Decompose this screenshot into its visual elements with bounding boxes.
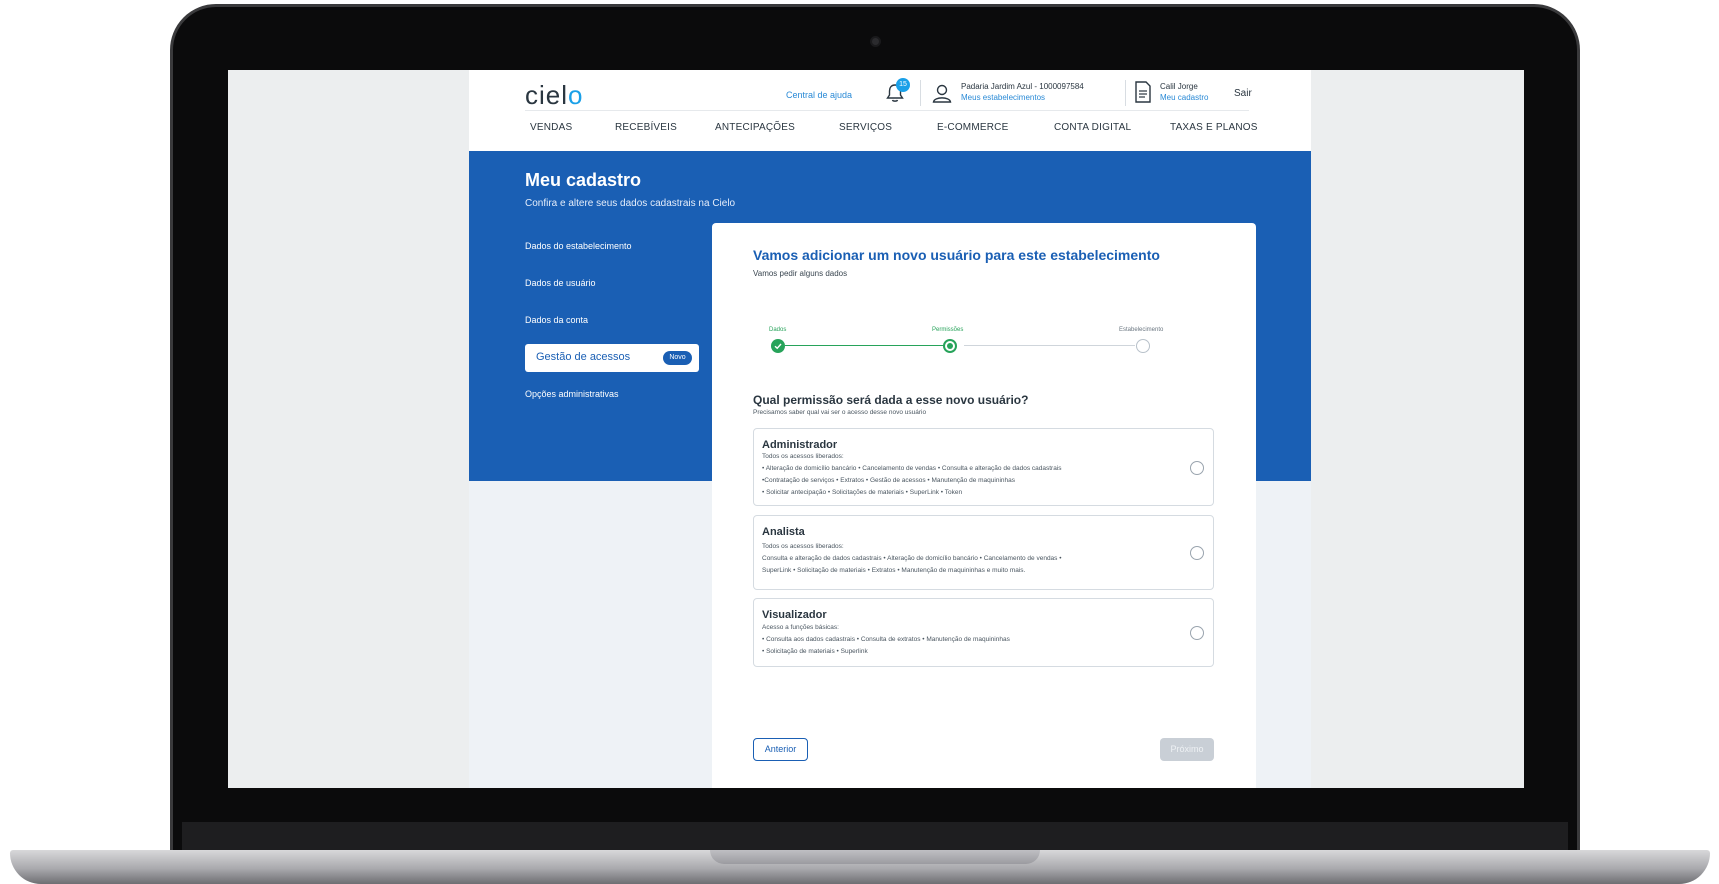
my-establishments-link[interactable]: Meus estabelecimentos [961,93,1045,102]
sidebar-item-opcoes-administrativas[interactable]: Opções administrativas [525,389,619,399]
step-connector-pending [964,345,1135,346]
step-current-icon [943,339,957,353]
radio-analista[interactable] [1190,546,1204,560]
nav-conta-digital[interactable]: CONTA DIGITAL [1054,122,1131,133]
previous-button[interactable]: Anterior [753,738,808,761]
option-description: • Solicitação de materiais • Superlink [762,648,868,655]
step-connector-done [785,345,950,346]
radio-visualizador[interactable] [1190,626,1204,640]
permission-option-analista[interactable]: Analista Todos os acessos liberados: Con… [753,515,1214,590]
header-divider [920,80,921,106]
option-description: • Solicitar antecipação • Solicitações d… [762,489,963,496]
sidebar-item-gestao-acessos[interactable]: Gestão de acessos Novo [525,344,699,372]
option-description: SuperLink • Solicitação de materiais • E… [762,567,1026,574]
card-title: Vamos adicionar um novo usuário para est… [753,247,1160,263]
option-description: Todos os acessos liberados: [762,453,844,460]
nav-taxas-e-planos[interactable]: TAXAS E PLANOS [1170,122,1258,133]
sidebar-item-dados-conta[interactable]: Dados da conta [525,315,588,325]
nav-ecommerce[interactable]: E-COMMERCE [937,122,1008,133]
logout-link[interactable]: Sair [1234,88,1252,99]
new-user-card: Vamos adicionar um novo usuário para est… [712,223,1256,788]
step-label-permissoes: Permissões [932,327,964,333]
option-description: • Alteração de domicílio bancário • Canc… [762,465,1062,472]
my-profile-link[interactable]: Meu cadastro [1160,93,1208,102]
permission-option-visualizador[interactable]: Visualizador Acesso a funções básicas: •… [753,598,1214,667]
option-title: Administrador [762,439,838,451]
sidebar-item-dados-usuario[interactable]: Dados de usuário [525,278,596,288]
option-title: Visualizador [762,609,827,621]
new-badge: Novo [663,351,692,365]
laptop-base-notch [710,850,1040,864]
option-description: Consulta e alteração de dados cadastrais… [762,555,1062,562]
permission-question: Qual permissão será dada a esse novo usu… [753,393,1029,407]
camera-icon [870,36,881,47]
header-separator [525,110,1249,111]
establishment-name: Padaria Jardim Azul - 1000097584 [961,82,1084,91]
document-icon [1135,81,1151,103]
option-title: Analista [762,526,805,538]
option-description: • Consulta aos dados cadastrais • Consul… [762,636,1010,643]
page-subtitle: Confira e altere seus dados cadastrais n… [525,198,736,209]
screenshot: cielo Central de ajuda 15 Padaria Jardim… [0,0,1719,884]
option-description: Todos os acessos liberados: [762,543,844,550]
step-label-dados: Dados [769,327,787,333]
nav-servicos[interactable]: SERVIÇOS [839,122,892,133]
header-divider [1125,80,1126,106]
nav-antecipacoes[interactable]: ANTECIPAÇÕES [715,122,795,133]
step-label-estabelecimento: Estabelecimento [1119,327,1164,333]
step-done-check-icon [771,339,785,353]
cielo-logo[interactable]: cielo [525,80,583,111]
nav-vendas[interactable]: VENDAS [530,122,572,133]
step-pending-icon [1136,339,1150,353]
help-center-link[interactable]: Central de ajuda [786,90,852,100]
notification-count-badge: 15 [896,78,910,92]
page-title: Meu cadastro [525,170,642,190]
user-icon [932,84,952,103]
sidebar-item-label: Gestão de acessos [536,351,631,363]
option-description: Acesso a funções básicas: [762,624,839,631]
permission-question-subtitle: Precisamos saber qual vai ser o acesso d… [753,409,927,416]
user-name: Calil Jorge [1160,82,1198,91]
next-button[interactable]: Próximo [1160,738,1214,761]
option-description: •Contratação de serviços • Extratos • Ge… [762,477,1015,484]
card-subtitle: Vamos pedir alguns dados [753,269,848,278]
laptop-screen: cielo Central de ajuda 15 Padaria Jardim… [228,70,1524,788]
nav-recebiveis[interactable]: RECEBÍVEIS [615,122,677,133]
permission-option-administrador[interactable]: Administrador Todos os acessos liberados… [753,428,1214,506]
sidebar-item-dados-estabelecimento[interactable]: Dados do estabelecimento [525,241,632,251]
radio-administrador[interactable] [1190,461,1204,475]
